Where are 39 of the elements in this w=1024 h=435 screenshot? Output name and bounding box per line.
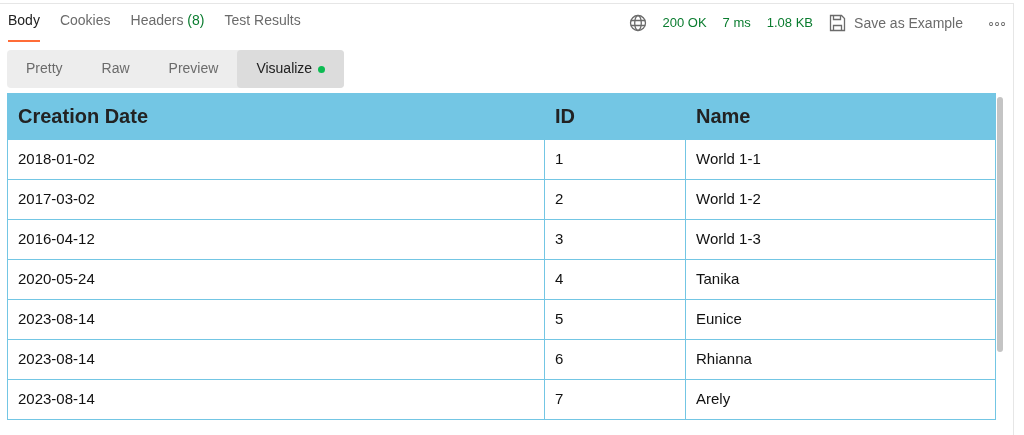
table-cell: 2023-08-14 bbox=[7, 379, 545, 420]
column-header: Name bbox=[685, 93, 996, 140]
table-cell: Eunice bbox=[685, 299, 996, 340]
globe-icon bbox=[628, 14, 647, 32]
view-mode-tab[interactable]: Preview bbox=[149, 50, 238, 88]
table-cell: World 1-3 bbox=[685, 219, 996, 260]
column-header: ID bbox=[544, 93, 686, 140]
status-code: 200 OK bbox=[662, 14, 707, 33]
table-cell: 2017-03-02 bbox=[7, 179, 545, 220]
table-cell: 2023-08-14 bbox=[7, 339, 545, 380]
table-cell: Rhianna bbox=[685, 339, 996, 380]
response-tab[interactable]: Body bbox=[8, 2, 40, 42]
table-cell: 6 bbox=[544, 339, 686, 380]
table-cell: World 1-2 bbox=[685, 179, 996, 220]
table-cell: 3 bbox=[544, 219, 686, 260]
table-cell: 2020-05-24 bbox=[7, 259, 545, 300]
save-as-example-button[interactable]: Save as Example bbox=[829, 12, 963, 34]
view-mode-tab[interactable]: Pretty bbox=[7, 50, 82, 88]
table-cell: 1 bbox=[544, 139, 686, 180]
table-cell: 5 bbox=[544, 299, 686, 340]
column-header: Creation Date bbox=[7, 93, 545, 140]
view-mode-tab[interactable]: Visualize bbox=[237, 50, 345, 88]
table-cell: 2023-08-14 bbox=[7, 299, 545, 340]
table-cell: 2018-01-02 bbox=[7, 139, 545, 180]
table-cell: 4 bbox=[544, 259, 686, 300]
response-time: 7 ms bbox=[722, 14, 751, 33]
scrollbar[interactable] bbox=[997, 97, 1003, 352]
table-cell: 2 bbox=[544, 179, 686, 220]
more-options-button[interactable]: ∘∘∘ bbox=[987, 13, 1005, 33]
response-tab[interactable]: Headers (8) bbox=[130, 2, 205, 42]
response-tab[interactable]: Cookies bbox=[59, 2, 111, 42]
response-size: 1.08 KB bbox=[766, 14, 814, 33]
table-cell: Tanika bbox=[685, 259, 996, 300]
table-cell: World 1-1 bbox=[685, 139, 996, 180]
table-cell: 2016-04-12 bbox=[7, 219, 545, 260]
view-mode-tab[interactable]: Raw bbox=[81, 50, 150, 88]
response-tab[interactable]: Test Results bbox=[224, 2, 301, 42]
table-cell: Arely bbox=[685, 379, 996, 420]
table-cell: 7 bbox=[544, 379, 686, 420]
